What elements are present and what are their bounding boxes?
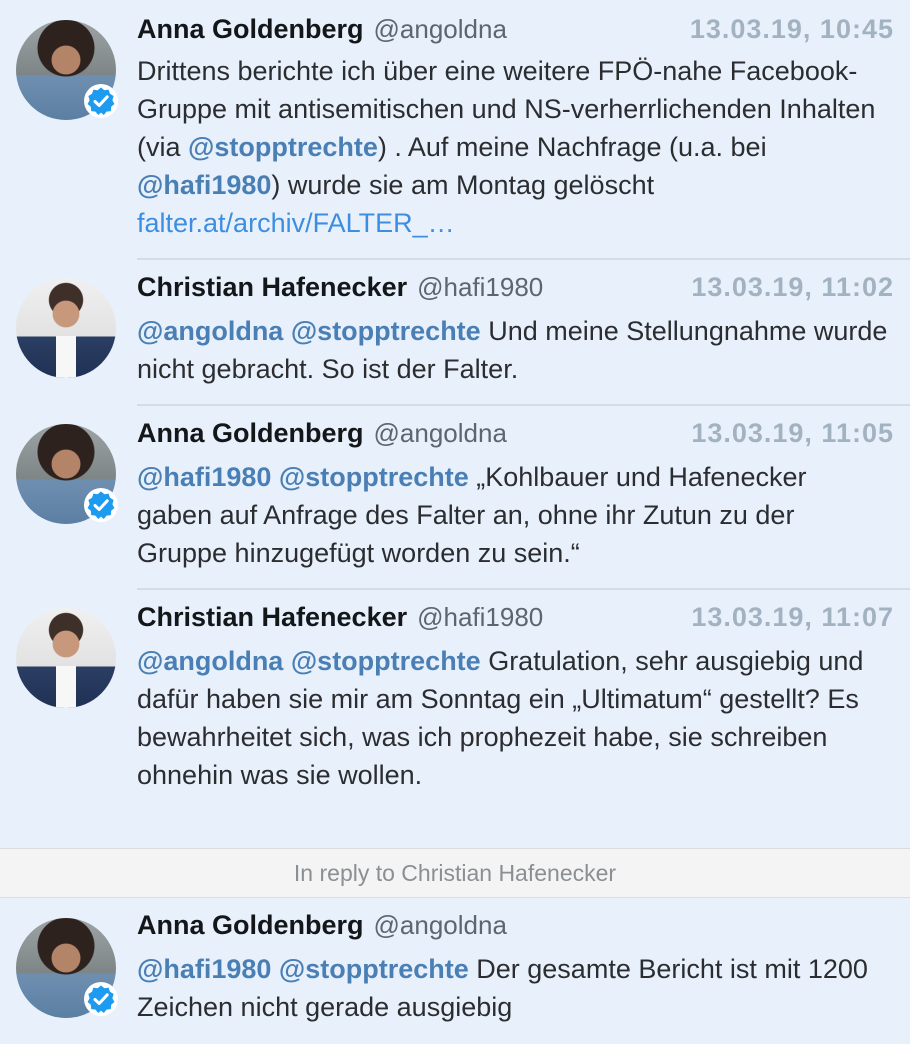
author-name[interactable]: Christian Hafenecker bbox=[137, 272, 407, 303]
tweet-text: @angoldna @stopptrechte Gratulation, seh… bbox=[137, 646, 864, 790]
mention-link[interactable]: @stopptrechte bbox=[291, 316, 481, 346]
author-name[interactable]: Anna Goldenberg bbox=[137, 14, 364, 45]
verified-badge-icon bbox=[84, 84, 118, 118]
reply-context-bar[interactable]: In reply to Christian Hafenecker bbox=[0, 848, 910, 898]
tweet[interactable]: Anna Goldenberg @angoldna 13.03.19, 11:0… bbox=[0, 418, 910, 590]
reply-tweet[interactable]: Anna Goldenberg @angoldna @hafi1980 @sto… bbox=[0, 898, 910, 1044]
divider bbox=[137, 588, 910, 590]
mention-link[interactable]: @hafi1980 bbox=[137, 170, 271, 200]
author-name[interactable]: Christian Hafenecker bbox=[137, 602, 407, 633]
avatar[interactable] bbox=[16, 20, 118, 120]
verified-badge-icon bbox=[84, 488, 118, 522]
verified-badge-icon bbox=[84, 982, 118, 1016]
reply-context-label: In reply to Christian Hafenecker bbox=[293, 859, 617, 886]
mention-link[interactable]: @stopptrechte bbox=[291, 646, 481, 676]
author-handle[interactable]: @angoldna bbox=[374, 910, 507, 941]
mention-link[interactable]: @hafi1980 bbox=[137, 954, 271, 984]
mention-link[interactable]: @angoldna bbox=[137, 316, 283, 346]
tweet-text: @angoldna @stopptrechte Und meine Stellu… bbox=[137, 316, 888, 384]
avatar[interactable] bbox=[16, 608, 116, 708]
mention-link[interactable]: @stopptrechte bbox=[279, 462, 469, 492]
author-name[interactable]: Anna Goldenberg bbox=[137, 910, 364, 941]
mention-link[interactable]: @angoldna bbox=[137, 646, 283, 676]
mention-link[interactable]: @stopptrechte bbox=[279, 954, 469, 984]
timestamp[interactable]: 13.03.19, 11:02 bbox=[691, 272, 894, 303]
avatar[interactable] bbox=[16, 918, 118, 1018]
author-handle[interactable]: @hafi1980 bbox=[417, 602, 543, 633]
conversation-thread: Anna Goldenberg @angoldna 13.03.19, 10:4… bbox=[0, 0, 910, 848]
author-handle[interactable]: @hafi1980 bbox=[417, 272, 543, 303]
tweet-text: Drittens berichte ich über eine weitere … bbox=[137, 56, 876, 238]
tweet[interactable]: Anna Goldenberg @angoldna 13.03.19, 10:4… bbox=[0, 14, 910, 260]
url-link[interactable]: falter.at/archiv/FALTER_… bbox=[137, 208, 455, 238]
divider bbox=[137, 258, 910, 260]
tweet-text: @hafi1980 @stopptrechte Der gesamte Beri… bbox=[137, 954, 868, 1022]
tweet-text: @hafi1980 @stopptrechte „Kohlbauer und H… bbox=[137, 462, 807, 568]
author-handle[interactable]: @angoldna bbox=[374, 418, 507, 449]
timestamp[interactable]: 13.03.19, 11:05 bbox=[691, 418, 894, 449]
timestamp[interactable]: 13.03.19, 10:45 bbox=[690, 14, 894, 45]
mention-link[interactable]: @hafi1980 bbox=[137, 462, 271, 492]
mention-link[interactable]: @stopptrechte bbox=[188, 132, 378, 162]
author-handle[interactable]: @angoldna bbox=[374, 14, 507, 45]
author-name[interactable]: Anna Goldenberg bbox=[137, 418, 364, 449]
avatar[interactable] bbox=[16, 278, 116, 378]
tweet[interactable]: Christian Hafenecker @hafi1980 13.03.19,… bbox=[0, 602, 910, 848]
avatar[interactable] bbox=[16, 424, 118, 524]
timestamp[interactable]: 13.03.19, 11:07 bbox=[691, 602, 894, 633]
divider bbox=[137, 404, 910, 406]
tweet[interactable]: Christian Hafenecker @hafi1980 13.03.19,… bbox=[0, 272, 910, 406]
